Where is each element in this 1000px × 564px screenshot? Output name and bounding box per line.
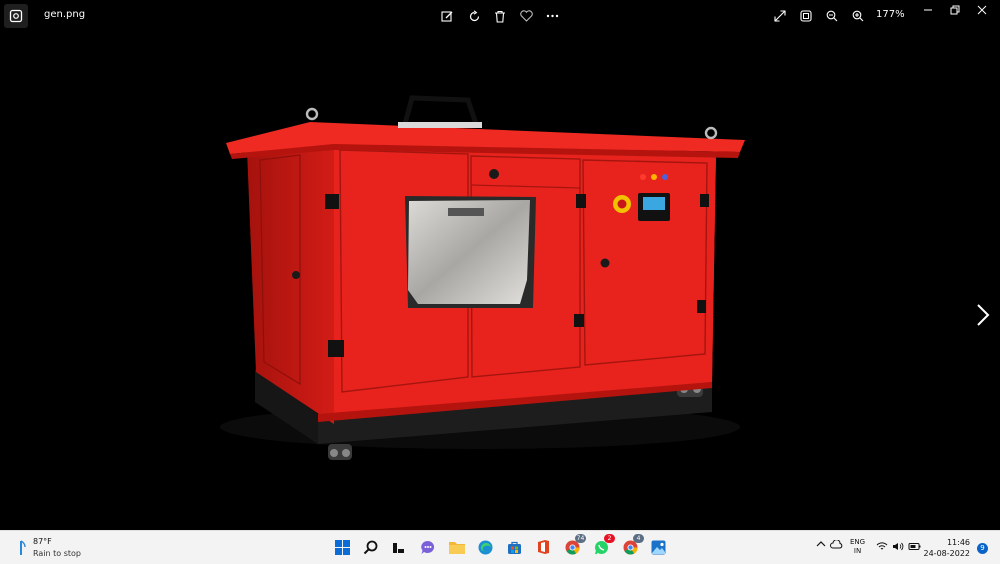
image-viewer [0, 32, 1000, 530]
chrome-profile-badge: 4 [633, 534, 644, 543]
clock-date: 24-08-2022 [923, 549, 971, 558]
chrome-badge: 74 [575, 534, 586, 543]
zoom-out-icon[interactable] [823, 7, 841, 25]
minimize-icon[interactable] [918, 3, 938, 17]
chrome-profile-icon[interactable]: 4 [620, 534, 644, 557]
edit-icon[interactable] [438, 7, 456, 25]
whatsapp-badge: 2 [604, 534, 615, 543]
taskbar: 87°F Rain to stop 74 2 4 ENG IN 11:46 24… [0, 530, 1000, 564]
weather-desc: Rain to stop [33, 549, 81, 558]
system-clock[interactable]: 11:46 24-08-2022 [922, 537, 971, 559]
fit-icon[interactable] [797, 7, 815, 25]
file-name: gen.png [44, 9, 86, 20]
store-icon[interactable] [504, 537, 524, 557]
battery-icon[interactable] [908, 542, 921, 553]
zoom-in-icon[interactable] [849, 7, 867, 25]
notification-badge[interactable]: 9 [977, 543, 988, 554]
chevron-right-icon[interactable] [972, 302, 994, 328]
language-indicator[interactable]: ENG IN [850, 538, 865, 556]
delete-icon[interactable] [491, 7, 509, 25]
favorite-icon[interactable] [517, 7, 535, 25]
fullscreen-icon[interactable] [771, 7, 789, 25]
rotate-icon[interactable] [465, 7, 483, 25]
photos-app-icon[interactable] [4, 4, 28, 28]
region-code: IN [853, 547, 862, 555]
weather-widget[interactable]: 87°F Rain to stop [14, 537, 94, 559]
wifi-icon[interactable] [876, 542, 888, 553]
title-bar: gen.png 177% [0, 0, 1000, 32]
task-view-icon[interactable] [388, 537, 408, 557]
chrome-icon[interactable]: 74 [562, 534, 586, 557]
whatsapp-icon[interactable]: 2 [591, 534, 615, 557]
file-explorer-icon[interactable] [447, 537, 467, 557]
photos-icon[interactable] [648, 537, 668, 557]
language-code: ENG [850, 538, 866, 546]
generator-image [220, 95, 745, 460]
more-icon[interactable] [543, 7, 561, 25]
wheel [328, 444, 352, 460]
restore-icon[interactable] [945, 3, 965, 17]
cloud-icon[interactable] [830, 539, 843, 551]
chat-icon[interactable] [418, 537, 438, 557]
close-icon[interactable] [972, 3, 992, 17]
office-icon[interactable] [533, 537, 553, 557]
weather-temp: 87°F [33, 537, 52, 546]
edge-icon[interactable] [475, 537, 495, 557]
volume-icon[interactable] [892, 542, 904, 553]
zoom-level: 177% [876, 9, 905, 20]
chevron-up-icon[interactable] [816, 540, 826, 550]
search-icon[interactable] [360, 537, 380, 557]
weather-icon [20, 540, 26, 555]
start-icon[interactable] [332, 537, 352, 557]
clock-time: 11:46 [946, 538, 970, 547]
